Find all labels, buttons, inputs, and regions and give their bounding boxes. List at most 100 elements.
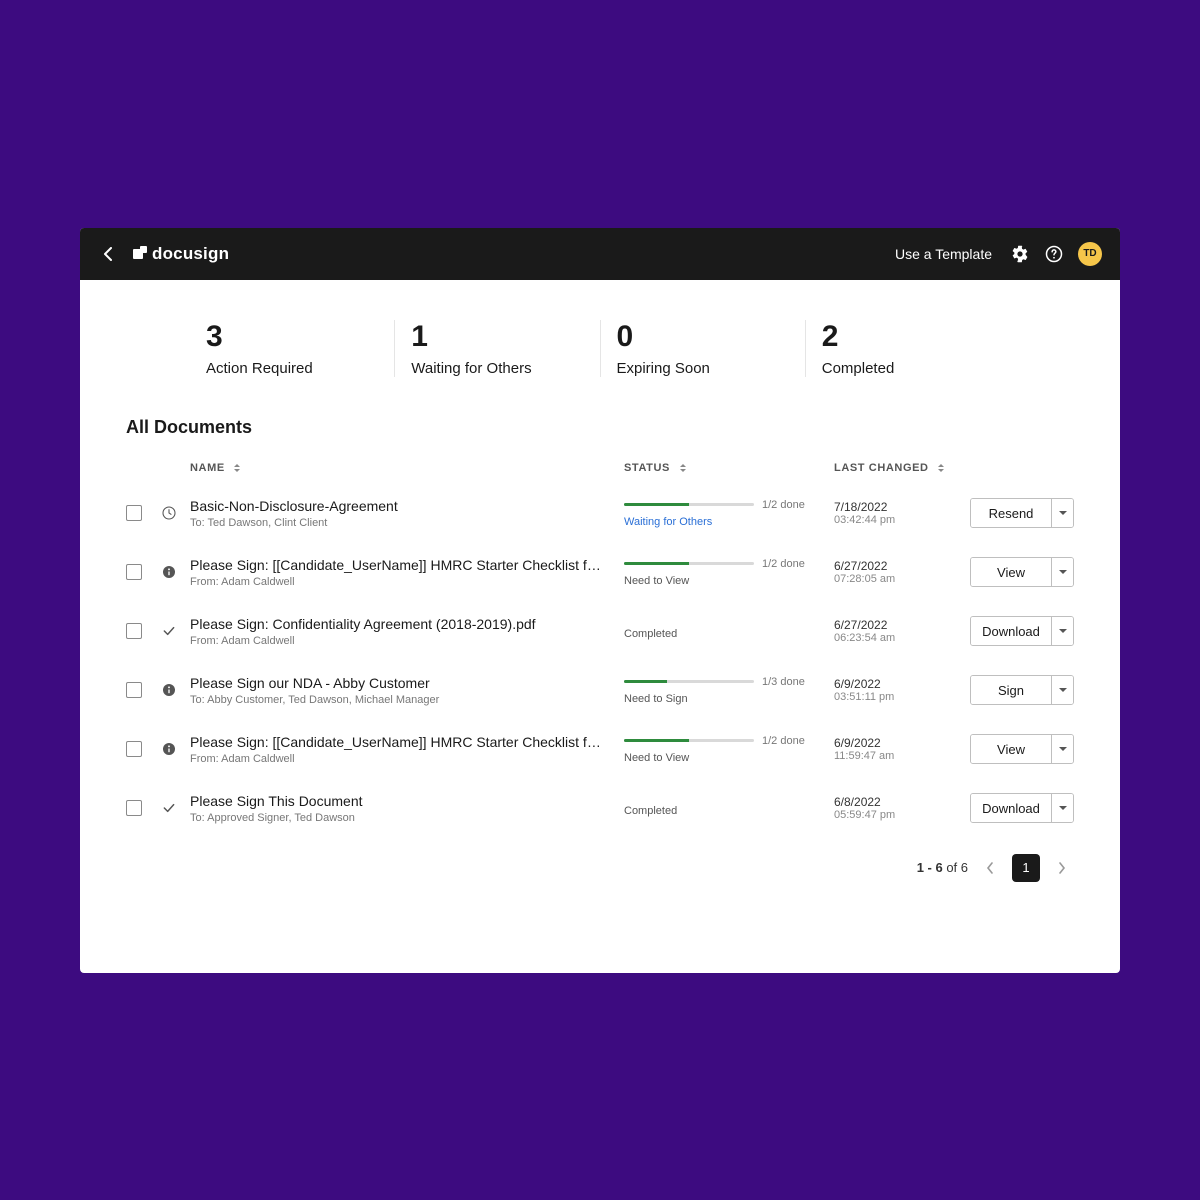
column-status[interactable]: STATUS [624, 462, 834, 474]
row-action-button[interactable]: Download [971, 794, 1051, 822]
status-text: Need to View [624, 575, 834, 587]
document-title[interactable]: Basic-Non-Disclosure-Agreement [190, 498, 604, 514]
row-checkbox[interactable] [126, 800, 142, 816]
row-status-icon [160, 799, 178, 817]
date-time: 07:28:05 am [834, 573, 964, 585]
row-checkbox[interactable] [126, 505, 142, 521]
table-row: Please Sign our NDA - Abby Customer To: … [126, 661, 1074, 720]
row-status-icon [160, 563, 178, 581]
summary-expiring[interactable]: 0 Expiring Soon [601, 320, 806, 377]
info-icon [161, 682, 177, 698]
caret-down-icon [1059, 747, 1067, 751]
caret-down-icon [1059, 570, 1067, 574]
status-text: Need to Sign [624, 693, 834, 705]
summary-count: 2 [822, 320, 994, 354]
row-action-button[interactable]: View [971, 558, 1051, 586]
row-checkbox[interactable] [126, 682, 142, 698]
summary-label: Action Required [206, 360, 378, 377]
table-header: NAME STATUS LAST CHANGED [126, 452, 1074, 484]
document-title[interactable]: Please Sign This Document [190, 793, 604, 809]
date-time: 03:51:11 pm [834, 691, 964, 703]
date-main: 7/18/2022 [834, 500, 964, 514]
caret-down-icon [1059, 806, 1067, 810]
summary-completed[interactable]: 2 Completed [806, 320, 1010, 377]
row-action-group: Download [970, 793, 1074, 823]
caret-down-icon [1059, 688, 1067, 692]
row-action-button[interactable]: Download [971, 617, 1051, 645]
column-status-label: STATUS [624, 462, 670, 474]
user-avatar[interactable]: TD [1078, 242, 1102, 266]
row-action-dropdown[interactable] [1051, 499, 1073, 527]
sort-icon [680, 464, 686, 472]
row-action-dropdown[interactable] [1051, 794, 1073, 822]
row-action-group: Sign [970, 675, 1074, 705]
document-title[interactable]: Please Sign our NDA - Abby Customer [190, 675, 604, 691]
document-subtitle: To: Approved Signer, Ted Dawson [190, 812, 604, 824]
document-subtitle: To: Abby Customer, Ted Dawson, Michael M… [190, 694, 604, 706]
date-time: 05:59:47 pm [834, 809, 964, 821]
column-name[interactable]: NAME [190, 462, 624, 474]
document-title[interactable]: Please Sign: [[Candidate_UserName]] HMRC… [190, 734, 604, 750]
row-action-button[interactable]: View [971, 735, 1051, 763]
summary-waiting[interactable]: 1 Waiting for Others [395, 320, 600, 377]
table-row: Basic-Non-Disclosure-Agreement To: Ted D… [126, 484, 1074, 543]
summary-row: 3 Action Required 1 Waiting for Others 0… [80, 280, 1120, 407]
summary-count: 3 [206, 320, 378, 354]
document-title[interactable]: Please Sign: [[Candidate_UserName]] HMRC… [190, 557, 604, 573]
status-text: Completed [624, 805, 834, 817]
progress-bar [624, 739, 754, 742]
row-action-group: Resend [970, 498, 1074, 528]
check-icon [161, 623, 177, 639]
row-checkbox[interactable] [126, 564, 142, 580]
table-row: Please Sign: Confidentiality Agreement (… [126, 602, 1074, 661]
document-subtitle: From: Adam Caldwell [190, 635, 604, 647]
progress-text: 1/2 done [762, 735, 805, 747]
document-subtitle: From: Adam Caldwell [190, 753, 604, 765]
pagination-prev[interactable] [978, 856, 1002, 880]
info-icon [161, 564, 177, 580]
back-button[interactable] [98, 244, 118, 264]
pagination-next[interactable] [1050, 856, 1074, 880]
pagination: 1 - 6 of 6 1 [80, 838, 1120, 882]
document-subtitle: From: Adam Caldwell [190, 576, 604, 588]
document-title[interactable]: Please Sign: Confidentiality Agreement (… [190, 616, 604, 632]
date-time: 06:23:54 am [834, 632, 964, 644]
brand-text: docusign [152, 244, 229, 264]
row-status-icon [160, 740, 178, 758]
use-template-link[interactable]: Use a Template [895, 246, 992, 262]
info-icon [161, 741, 177, 757]
row-action-dropdown[interactable] [1051, 735, 1073, 763]
summary-label: Expiring Soon [617, 360, 789, 377]
column-last-changed[interactable]: LAST CHANGED [834, 462, 964, 474]
check-icon [161, 800, 177, 816]
row-checkbox[interactable] [126, 623, 142, 639]
row-checkbox[interactable] [126, 741, 142, 757]
table-row: Please Sign: [[Candidate_UserName]] HMRC… [126, 720, 1074, 779]
date-main: 6/27/2022 [834, 618, 964, 632]
progress-text: 1/2 done [762, 558, 805, 570]
row-status-icon [160, 504, 178, 522]
status-text: Waiting for Others [624, 516, 834, 528]
clock-icon [161, 505, 177, 521]
document-subtitle: To: Ted Dawson, Clint Client [190, 517, 604, 529]
summary-action-required[interactable]: 3 Action Required [190, 320, 395, 377]
settings-button[interactable] [1010, 244, 1030, 264]
table-row: Please Sign This Document To: Approved S… [126, 779, 1074, 838]
row-action-group: View [970, 557, 1074, 587]
status-text: Need to View [624, 752, 834, 764]
column-name-label: NAME [190, 462, 225, 474]
row-action-dropdown[interactable] [1051, 676, 1073, 704]
pagination-current[interactable]: 1 [1012, 854, 1040, 882]
help-button[interactable] [1044, 244, 1064, 264]
row-action-group: View [970, 734, 1074, 764]
date-time: 11:59:47 am [834, 750, 964, 762]
row-action-dropdown[interactable] [1051, 617, 1073, 645]
row-action-dropdown[interactable] [1051, 558, 1073, 586]
gear-icon [1011, 245, 1029, 263]
row-status-icon [160, 681, 178, 699]
sort-icon [938, 464, 944, 472]
row-action-button[interactable]: Sign [971, 676, 1051, 704]
caret-down-icon [1059, 629, 1067, 633]
row-action-button[interactable]: Resend [971, 499, 1051, 527]
app-header: docusign Use a Template TD [80, 228, 1120, 280]
